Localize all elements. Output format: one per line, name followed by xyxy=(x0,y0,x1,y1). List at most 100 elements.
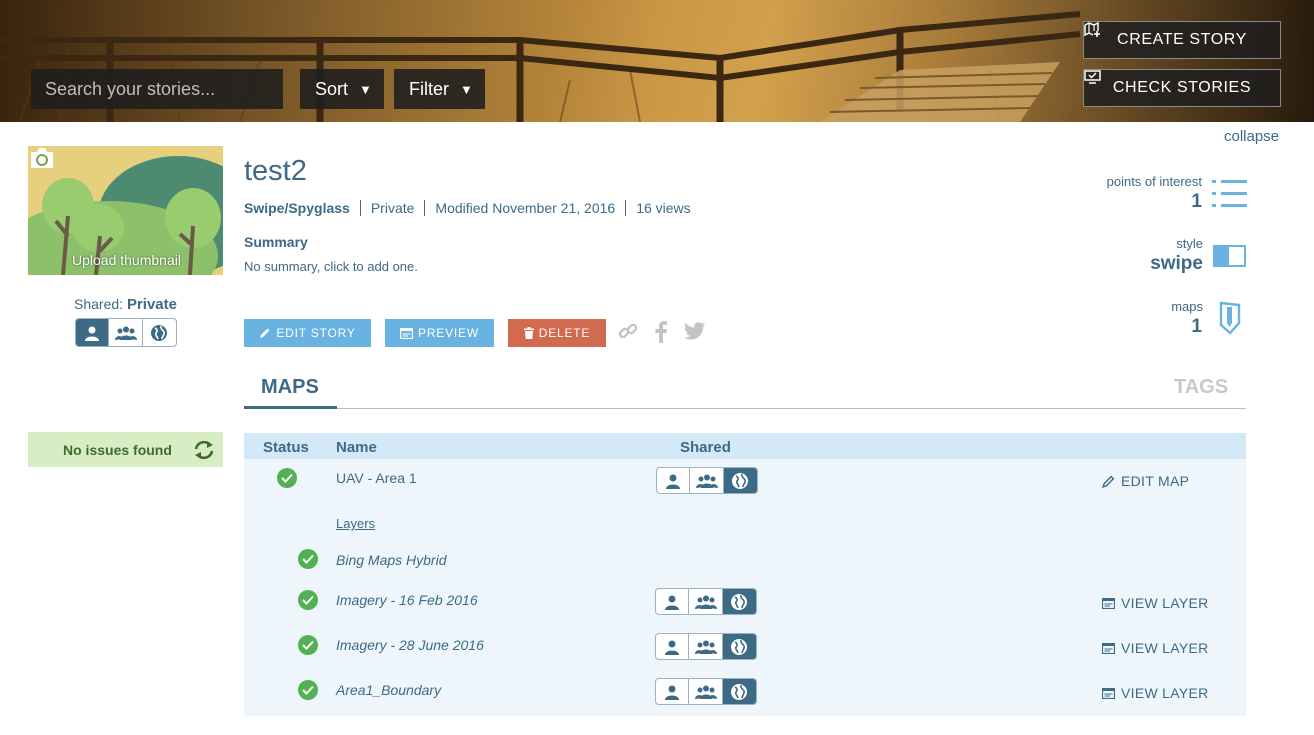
caret-down-icon: ▼ xyxy=(359,81,372,97)
story-meta: Swipe/Spyglass Private Modified November… xyxy=(244,200,691,216)
view-layer-label: VIEW LAYER xyxy=(1121,595,1209,611)
share-private-option[interactable] xyxy=(656,589,690,614)
filter-dropdown[interactable]: Filter ▼ xyxy=(394,69,485,109)
check-circle-icon xyxy=(298,680,318,700)
group-icon xyxy=(695,474,718,488)
camera-icon xyxy=(31,148,53,168)
link-icon[interactable] xyxy=(618,321,638,341)
refresh-icon[interactable] xyxy=(193,440,215,460)
share-organization-option[interactable] xyxy=(690,468,724,493)
check-circle-icon xyxy=(298,549,318,569)
view-layer-icon xyxy=(1102,597,1115,609)
share-public-option[interactable] xyxy=(722,679,756,704)
poi-value: 1 xyxy=(1191,191,1202,212)
meta-divider xyxy=(359,200,361,216)
summary-text[interactable]: No summary, click to add one. xyxy=(244,259,418,274)
view-layer-button[interactable]: VIEW LAYER xyxy=(1102,685,1209,701)
issues-status: No issues found xyxy=(28,432,223,467)
map-sharing-toggle xyxy=(656,467,758,494)
sort-label: Sort xyxy=(315,78,349,99)
shared-status: Shared: Private xyxy=(74,296,177,313)
column-name: Name xyxy=(336,439,377,456)
globe-icon xyxy=(732,472,749,489)
story-modified: Modified November 21, 2016 xyxy=(435,200,616,216)
share-organization-option[interactable] xyxy=(689,589,723,614)
share-public-option[interactable] xyxy=(722,634,756,659)
maps-label: maps xyxy=(1171,299,1203,314)
sort-dropdown[interactable]: Sort ▼ xyxy=(300,69,384,109)
column-shared: Shared xyxy=(680,439,731,456)
share-public-option[interactable] xyxy=(722,589,756,614)
edit-map-button[interactable]: EDIT MAP xyxy=(1102,473,1189,489)
twitter-icon[interactable] xyxy=(684,321,706,341)
share-private-option[interactable] xyxy=(657,468,691,493)
edit-map-label: EDIT MAP xyxy=(1121,473,1190,489)
share-public-option[interactable] xyxy=(723,468,757,493)
view-layer-button[interactable]: VIEW LAYER xyxy=(1102,595,1209,611)
story-thumbnail[interactable]: Upload thumbnail xyxy=(28,146,223,275)
maps-value: 1 xyxy=(1191,316,1202,337)
person-icon xyxy=(85,326,100,341)
share-private-option[interactable] xyxy=(76,319,110,346)
style-value: swipe xyxy=(1150,253,1203,274)
tab-tags[interactable]: TAGS xyxy=(1174,376,1228,399)
globe-icon xyxy=(731,593,748,610)
pencil-icon xyxy=(260,328,270,338)
person-icon xyxy=(666,474,681,489)
meta-divider xyxy=(625,200,627,216)
issues-label: No issues found xyxy=(63,441,172,458)
share-organization-option[interactable] xyxy=(109,319,143,346)
delete-label: DELETE xyxy=(538,326,591,340)
delete-button[interactable]: DELETE xyxy=(508,319,606,347)
story-title: test2 xyxy=(244,155,307,187)
map-name: UAV - Area 1 xyxy=(336,470,417,486)
tab-maps[interactable]: MAPS xyxy=(261,376,319,399)
map-pin-icon xyxy=(1219,301,1241,335)
swipe-layout-icon xyxy=(1213,245,1246,267)
share-public-option[interactable] xyxy=(143,319,176,346)
layer-name: Imagery - 16 Feb 2016 xyxy=(336,592,478,608)
story-views: 16 views xyxy=(636,200,691,216)
group-icon xyxy=(114,326,137,340)
poi-label: points of interest xyxy=(1106,174,1202,189)
trash-icon xyxy=(523,327,534,339)
style-label: style xyxy=(1176,236,1203,251)
active-tab-indicator xyxy=(244,406,337,409)
header-banner: Sort ▼ Filter ▼ CREATE STORY CHECK STORI… xyxy=(0,0,1314,122)
view-layer-button[interactable]: VIEW LAYER xyxy=(1102,640,1209,656)
share-private-option[interactable] xyxy=(656,634,690,659)
edit-story-button[interactable]: EDIT STORY xyxy=(244,319,371,347)
group-icon xyxy=(694,595,717,609)
view-layer-label: VIEW LAYER xyxy=(1121,685,1209,701)
share-organization-option[interactable] xyxy=(689,634,723,659)
group-icon xyxy=(694,640,717,654)
globe-icon xyxy=(151,324,168,341)
layers-link[interactable]: Layers xyxy=(336,516,375,531)
check-circle-icon xyxy=(298,590,318,610)
check-circle-icon xyxy=(277,468,297,488)
meta-divider xyxy=(424,200,426,216)
layer-sharing-toggle xyxy=(655,588,757,615)
group-icon xyxy=(694,685,717,699)
person-icon xyxy=(665,640,680,655)
shared-label-text: Shared: xyxy=(74,296,124,312)
create-story-button[interactable]: CREATE STORY xyxy=(1083,21,1281,59)
facebook-icon[interactable] xyxy=(654,321,668,343)
story-privacy: Private xyxy=(370,200,415,216)
tab-divider xyxy=(244,408,1246,409)
preview-label: PREVIEW xyxy=(418,326,479,340)
check-stories-label: CHECK STORIES xyxy=(1112,79,1252,96)
edit-story-label: EDIT STORY xyxy=(276,326,356,340)
preview-window-icon xyxy=(400,327,414,339)
monitor-check-icon xyxy=(1084,70,1101,84)
share-organization-option[interactable] xyxy=(689,679,723,704)
search-input[interactable] xyxy=(31,69,283,109)
shared-value: Private xyxy=(126,296,177,313)
layer-sharing-toggle xyxy=(655,678,757,705)
person-icon xyxy=(665,685,680,700)
collapse-link[interactable]: collapse xyxy=(1224,128,1279,145)
check-stories-button[interactable]: CHECK STORIES xyxy=(1083,69,1281,107)
view-layer-label: VIEW LAYER xyxy=(1121,640,1209,656)
preview-button[interactable]: PREVIEW xyxy=(385,319,494,347)
share-private-option[interactable] xyxy=(656,679,690,704)
